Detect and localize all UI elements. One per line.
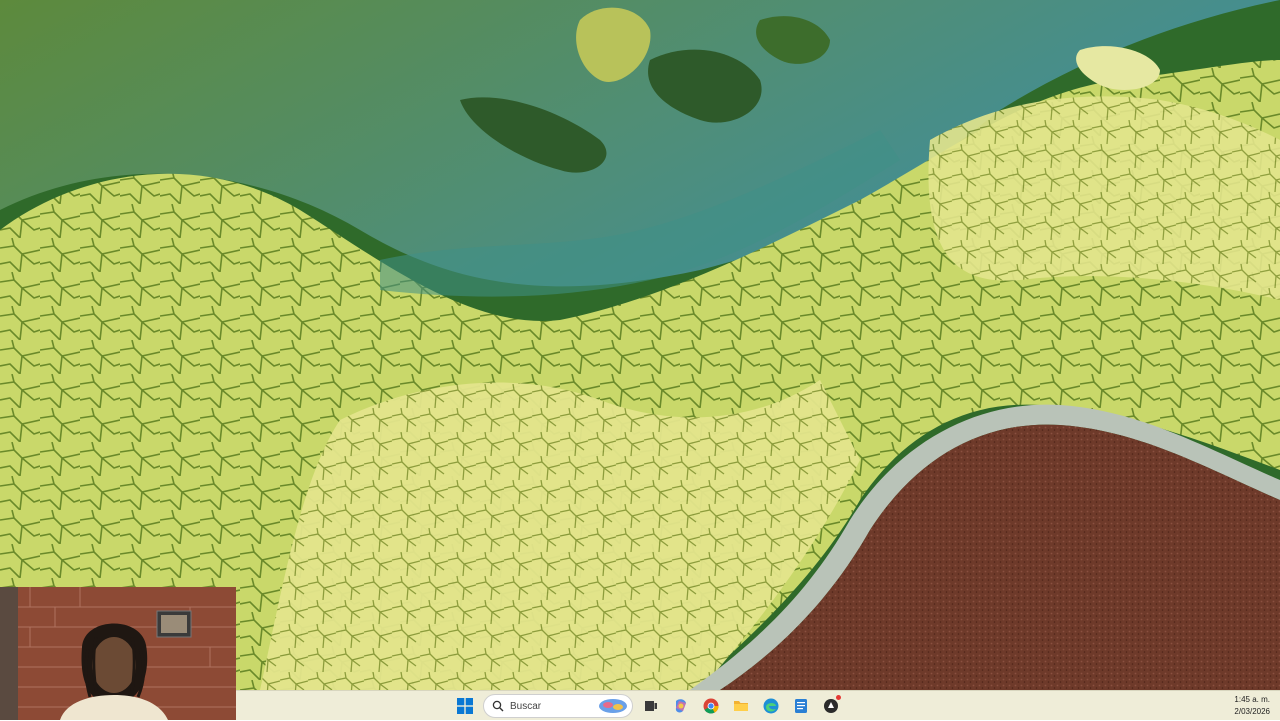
edge-icon[interactable] [758, 693, 784, 719]
search-placeholder: Buscar [510, 700, 542, 712]
person-webcam-icon [0, 587, 236, 720]
clock-date: 2/03/2026 [1234, 707, 1270, 716]
notepad-icon[interactable] [788, 693, 814, 719]
task-view-icon[interactable] [638, 693, 664, 719]
clock-time: 1:45 a. m. [1234, 695, 1270, 704]
system-clock[interactable]: 1:45 a. m. 2/03/2026 [1234, 694, 1270, 718]
chrome-icon[interactable] [698, 693, 724, 719]
notification-app-icon[interactable] [818, 693, 844, 719]
search-icon [492, 700, 504, 712]
search-input[interactable]: Buscar [483, 694, 633, 718]
notification-badge [836, 695, 841, 700]
search-highlight-icon [599, 699, 627, 713]
windows-start-icon[interactable] [452, 693, 478, 719]
copilot-icon[interactable] [668, 693, 694, 719]
taskbar-center: Buscar [450, 691, 846, 721]
webcam-overlay [0, 587, 236, 720]
file-explorer-icon[interactable] [728, 693, 754, 719]
